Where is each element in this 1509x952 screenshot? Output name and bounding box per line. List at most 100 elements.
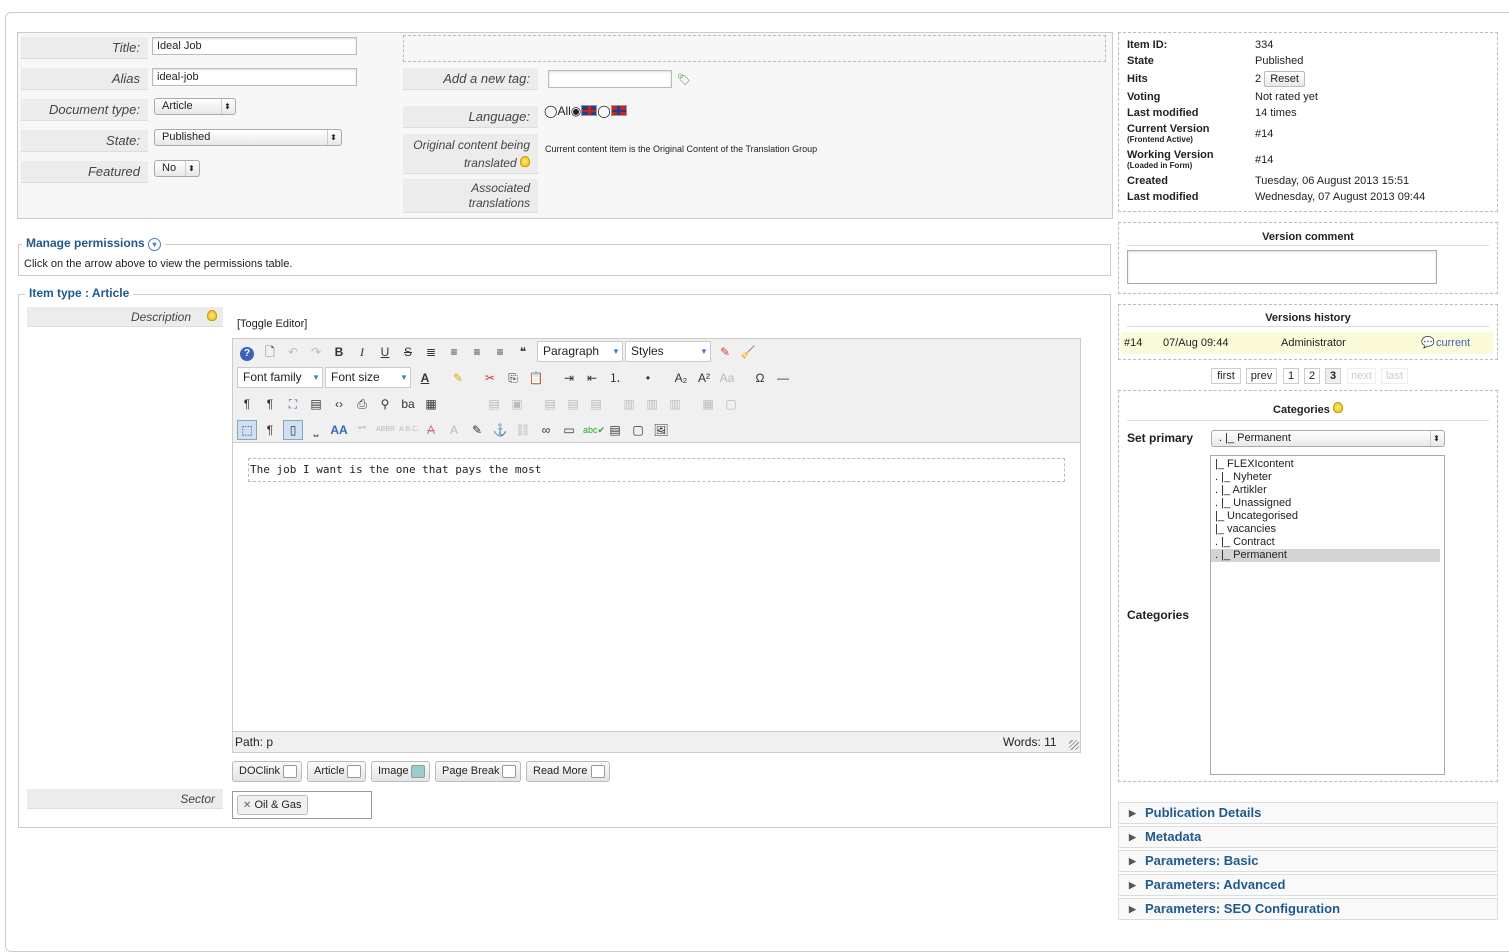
- unlink-icon[interactable]: ⛓: [513, 420, 533, 440]
- replace-icon[interactable]: ba: [398, 394, 418, 414]
- styles-select[interactable]: Styles ▼: [625, 341, 711, 362]
- cut-icon[interactable]: ✂: [480, 368, 500, 388]
- permissions-title[interactable]: Manage permissions ▾: [22, 236, 166, 251]
- state-select[interactable]: Published ⬍: [154, 129, 342, 146]
- cleanup-broom-icon[interactable]: 🧹: [738, 342, 758, 362]
- featured-select[interactable]: No ⬍: [154, 160, 200, 177]
- blockquote-icon[interactable]: ❝: [513, 342, 533, 362]
- link-icon[interactable]: ∞: [536, 420, 556, 440]
- redo-icon[interactable]: ↷: [306, 342, 326, 362]
- version-row[interactable]: #14 07/Aug 09:44 Administrator 💬 current: [1121, 332, 1493, 354]
- page-first[interactable]: first: [1211, 368, 1241, 384]
- attributes-icon[interactable]: ✎: [467, 420, 487, 440]
- image-icon[interactable]: ▭: [559, 420, 579, 440]
- parameters-basic-panel[interactable]: ▶ Parameters: Basic: [1118, 850, 1498, 872]
- layer-icon[interactable]: ▢: [628, 420, 648, 440]
- readmore-button[interactable]: Read More: [526, 761, 610, 782]
- col-before-icon[interactable]: ▥: [619, 394, 639, 414]
- editor-content-paragraph[interactable]: The job I want is the one that pays the …: [248, 458, 1065, 482]
- special-char-icon[interactable]: Ω: [750, 368, 770, 388]
- font-family-select[interactable]: Font family ▼: [237, 367, 323, 388]
- underline-icon[interactable]: U: [375, 342, 395, 362]
- expand-arrow-icon[interactable]: ▾: [148, 238, 162, 251]
- visual-aid-icon[interactable]: ⬚: [237, 420, 257, 440]
- rtl-icon[interactable]: ¶: [260, 394, 280, 414]
- template-icon[interactable]: ▤: [306, 394, 326, 414]
- delete-col-icon[interactable]: ▥: [665, 394, 685, 414]
- align-center-icon[interactable]: ≡: [444, 342, 464, 362]
- format-select[interactable]: Paragraph ▼: [537, 341, 623, 362]
- version-comment-textarea[interactable]: [1127, 250, 1437, 284]
- horizontal-rule-icon[interactable]: —: [773, 368, 793, 388]
- category-option[interactable]: |_ vacancies: [1211, 523, 1444, 536]
- language-radio-all[interactable]: ◯: [544, 104, 557, 118]
- title-input[interactable]: Ideal Job: [152, 37, 357, 55]
- indent-icon[interactable]: ⇥: [559, 368, 579, 388]
- bullet-list-icon[interactable]: •: [638, 368, 658, 388]
- language-radio-no[interactable]: ◯: [597, 104, 610, 118]
- text-color-icon[interactable]: A: [415, 368, 435, 388]
- copy-icon[interactable]: ⎘: [503, 368, 523, 388]
- category-option[interactable]: . |_ Nyheter: [1211, 471, 1444, 484]
- paste-icon[interactable]: 📋: [526, 368, 546, 388]
- cite-icon[interactable]: ❝❞: [352, 420, 372, 440]
- language-radio-en[interactable]: ◉: [571, 104, 581, 118]
- category-option[interactable]: . |_ Unassigned: [1211, 497, 1444, 510]
- bold-icon[interactable]: B: [329, 342, 349, 362]
- toggle-editor-link[interactable]: [Toggle Editor]: [237, 318, 307, 330]
- delete-row-icon[interactable]: ▤: [586, 394, 606, 414]
- merge-cells-icon[interactable]: ▢: [721, 394, 741, 414]
- add-tag-icon[interactable]: 🏷: [677, 73, 691, 86]
- italic-icon[interactable]: I: [352, 342, 372, 362]
- resize-handle-icon[interactable]: [1069, 740, 1079, 750]
- image-button[interactable]: Image: [371, 761, 430, 782]
- reset-hits-button[interactable]: Reset: [1264, 71, 1305, 87]
- superscript-icon[interactable]: A²: [694, 368, 714, 388]
- doclink-button[interactable]: DOClink: [232, 761, 302, 782]
- row-after-icon[interactable]: ▤: [563, 394, 583, 414]
- split-cells-icon[interactable]: ▦: [698, 394, 718, 414]
- help-icon[interactable]: ?: [237, 342, 257, 362]
- highlight-color-icon[interactable]: ✎: [448, 368, 468, 388]
- show-blocks-icon[interactable]: ¶: [260, 420, 280, 440]
- nonbreaking-icon[interactable]: ⎵: [306, 420, 326, 440]
- col-after-icon[interactable]: ▥: [642, 394, 662, 414]
- eraser-icon[interactable]: ✎: [715, 342, 735, 362]
- publication-details-panel[interactable]: ▶ Publication Details: [1118, 802, 1498, 824]
- remove-tag-icon[interactable]: ✕: [243, 800, 251, 811]
- sector-tag[interactable]: ✕ Oil & Gas: [237, 795, 308, 815]
- category-option[interactable]: |_ FLEXIcontent: [1211, 458, 1444, 471]
- anchor-icon[interactable]: ⚓: [490, 420, 510, 440]
- parameters-advanced-panel[interactable]: ▶ Parameters: Advanced: [1118, 874, 1498, 896]
- category-option[interactable]: . |_ Artikler: [1211, 484, 1444, 497]
- align-left-icon[interactable]: ≡: [467, 342, 487, 362]
- abbr-icon[interactable]: ABBR: [375, 420, 395, 440]
- ins-icon[interactable]: A: [444, 420, 464, 440]
- search-binoculars-icon[interactable]: ⚲: [375, 394, 395, 414]
- page-1[interactable]: 1: [1283, 368, 1299, 384]
- acronym-icon[interactable]: A.B.C.: [398, 420, 419, 440]
- numbered-list-icon[interactable]: ⒈: [605, 368, 625, 388]
- metadata-panel[interactable]: ▶ Metadata: [1118, 826, 1498, 848]
- table-row-props-icon[interactable]: ▤: [484, 394, 504, 414]
- align-right-icon[interactable]: ≡: [490, 342, 510, 362]
- insert-table-icon[interactable]: ▦: [421, 394, 441, 414]
- ltr-icon[interactable]: ¶: [237, 394, 257, 414]
- page-prev[interactable]: prev: [1246, 368, 1277, 384]
- media-icon[interactable]: 🖼: [651, 420, 671, 440]
- print-icon[interactable]: ⎙: [352, 394, 372, 414]
- doctype-select[interactable]: Article ⬍: [154, 98, 236, 115]
- spellcheck-icon[interactable]: abc✔: [582, 420, 605, 440]
- parameters-seo-panel[interactable]: ▶ Parameters: SEO Configuration: [1118, 898, 1498, 920]
- row-before-icon[interactable]: ▤: [540, 394, 560, 414]
- pagebreak-button[interactable]: Page Break: [435, 761, 521, 782]
- fullscreen-icon[interactable]: ⛶: [283, 394, 303, 414]
- table-cell-props-icon[interactable]: ▣: [507, 394, 527, 414]
- page-2[interactable]: 2: [1304, 368, 1320, 384]
- category-option-selected[interactable]: . |_ Permanent: [1211, 549, 1440, 562]
- categories-listbox[interactable]: |_ FLEXIcontent . |_ Nyheter . |_ Artikl…: [1210, 455, 1445, 775]
- font-size-select[interactable]: Font size ▼: [325, 367, 411, 388]
- strikethrough-icon[interactable]: S: [398, 342, 418, 362]
- styleprops-icon[interactable]: AA: [329, 420, 349, 440]
- alias-input[interactable]: ideal-job: [152, 68, 357, 86]
